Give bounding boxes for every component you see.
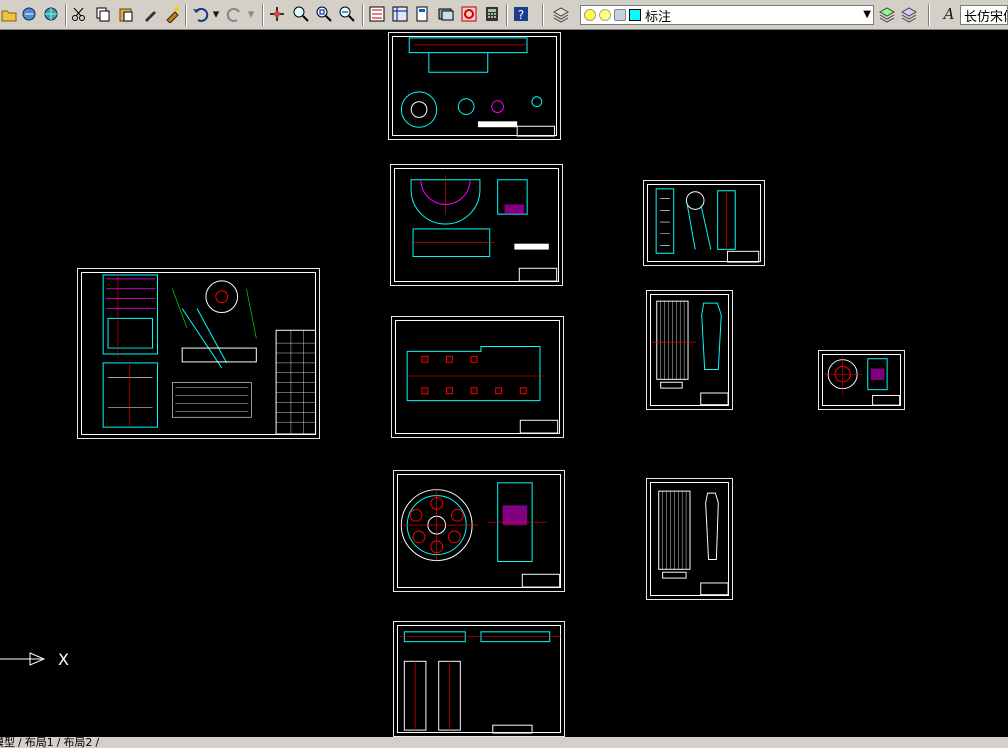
tab-layout2[interactable]: 布局2 (60, 737, 95, 748)
web-icon[interactable] (42, 5, 60, 23)
layout-tabs: 模型/布局1/布局2/ (0, 737, 1008, 748)
undo-icon[interactable] (191, 5, 209, 23)
toolbar-separator (362, 4, 364, 26)
drawing-sheet-jaw-plate-2 (646, 478, 733, 600)
text-style-icon[interactable]: A (940, 5, 958, 23)
drawing-sheet-toggle-plate (643, 180, 765, 266)
standard-toolbar: ▾ ▾ ? 标注 ▼ A 长仿宋体 (0, 0, 1008, 30)
toolbar-separator (262, 4, 264, 26)
redo-dropdown-icon[interactable]: ▾ (246, 5, 256, 23)
ucs-icon: X (0, 650, 69, 669)
properties-icon[interactable] (368, 5, 386, 23)
ucs-x-label: X (58, 650, 69, 669)
drawing-sheet-jaw-plate-1 (646, 290, 733, 410)
layer-color-swatch (629, 9, 641, 21)
sheet-set-manager-icon[interactable] (437, 5, 455, 23)
layer-lock-icon[interactable] (614, 9, 626, 21)
drawing-sheet-frame-plate (391, 316, 564, 438)
paste-icon[interactable] (117, 5, 135, 23)
tab-layout1[interactable]: 布局1 (22, 737, 57, 748)
drawing-sheet-bearing-housing (390, 164, 563, 286)
redo-icon[interactable] (226, 5, 244, 23)
cut-icon[interactable] (70, 5, 88, 23)
toolbar-separator (506, 4, 508, 26)
toolbar-separator (185, 4, 187, 26)
layer-dropdown[interactable]: 标注 ▼ (580, 5, 874, 25)
toolbar-separator (65, 4, 67, 26)
pan-realtime-icon[interactable] (268, 5, 286, 23)
toolbar-separator (928, 4, 930, 26)
layer-thaw-sun-icon[interactable] (599, 9, 611, 21)
quickcalc-icon[interactable] (483, 5, 501, 23)
match-properties-icon[interactable] (141, 5, 159, 23)
chevron-down-icon[interactable]: ▼ (863, 9, 871, 20)
drawing-sheet-flywheel (393, 470, 565, 592)
text-style-dropdown[interactable]: 长仿宋体 (960, 5, 1008, 25)
drawing-sheet-flange (818, 350, 905, 410)
drawing-sheet-assembly (77, 268, 320, 439)
layer-previous-icon[interactable] (900, 5, 918, 23)
copy-icon[interactable] (94, 5, 112, 23)
tool-palettes-icon[interactable] (414, 5, 432, 23)
zoom-window-icon[interactable] (315, 5, 333, 23)
undo-dropdown-icon[interactable]: ▾ (211, 5, 221, 23)
publish-icon[interactable] (20, 5, 38, 23)
drawing-sheet-tooth-plates (393, 621, 565, 737)
drawing-sheet-shaft (388, 32, 561, 140)
block-editor-icon[interactable] (163, 5, 181, 23)
design-center-icon[interactable] (391, 5, 409, 23)
layer-name-label: 标注 (645, 9, 672, 25)
layer-properties-icon[interactable] (552, 5, 570, 23)
open-file-icon[interactable] (0, 5, 18, 23)
toolbar-separator (542, 4, 544, 26)
model-space-canvas[interactable]: X (0, 30, 1008, 737)
help-icon[interactable]: ? (512, 5, 530, 23)
layer-on-bulb-icon[interactable] (584, 9, 596, 21)
make-object-layer-current-icon[interactable] (878, 5, 896, 23)
svg-text:?: ? (518, 8, 524, 22)
tab-divider: / (95, 737, 100, 748)
zoom-previous-icon[interactable] (338, 5, 356, 23)
tab-model[interactable]: 模型 (0, 737, 18, 748)
zoom-realtime-icon[interactable] (292, 5, 310, 23)
markup-set-manager-icon[interactable] (460, 5, 478, 23)
